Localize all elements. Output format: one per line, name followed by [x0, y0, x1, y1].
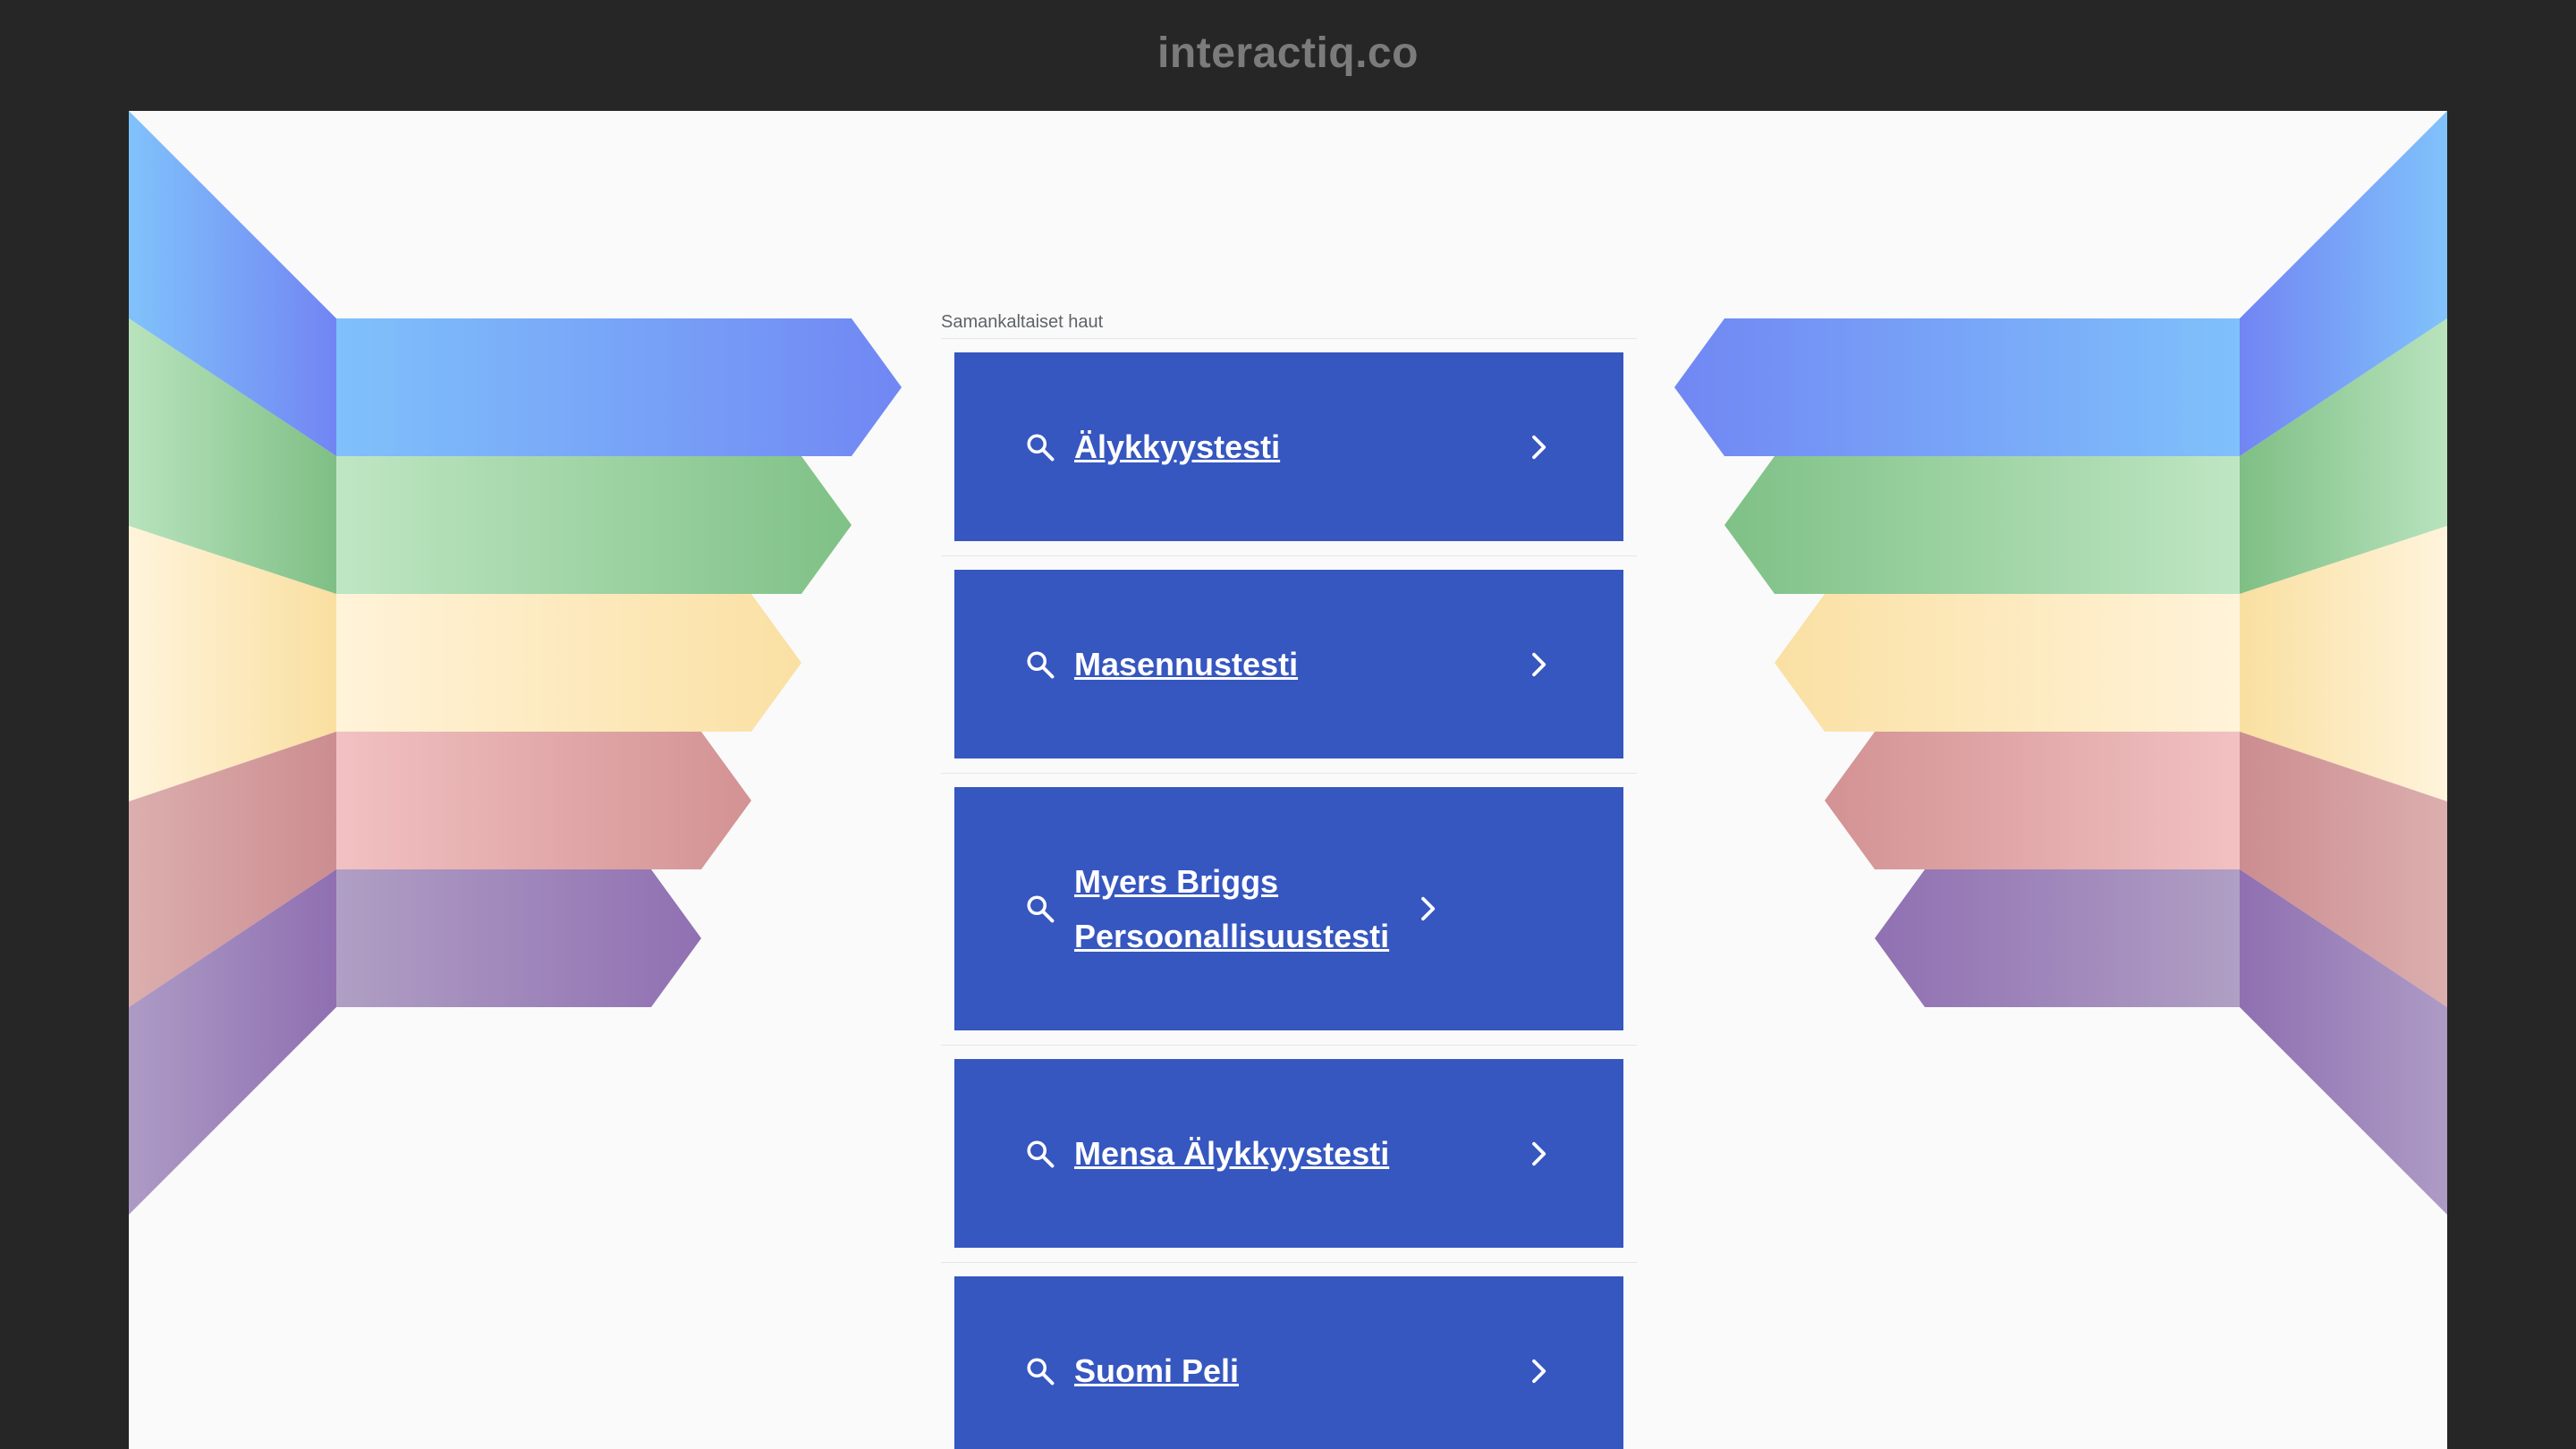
chevron-right-icon [1532, 435, 1546, 459]
list-item: Älykkyystesti [941, 339, 1637, 556]
related-search-link[interactable]: Suomi Peli [954, 1276, 1623, 1449]
list-item: Myers Briggs Persoonallisuustesti [941, 774, 1637, 1046]
related-search-link[interactable]: Myers Briggs Persoonallisuustesti [954, 787, 1623, 1030]
list-item: Masennustesti [941, 556, 1637, 774]
related-search-link[interactable]: Mensa Älykkyystesti [954, 1059, 1623, 1248]
list-item: Suomi Peli [941, 1263, 1637, 1449]
related-search-label: Mensa Älykkyystesti [1074, 1135, 1390, 1172]
related-search-label: Älykkyystesti [1074, 428, 1281, 465]
parked-page: Samankaltaiset haut Älykkyystesti Masenn… [129, 111, 2447, 1449]
search-icon [1027, 433, 1055, 461]
search-icon [1027, 1140, 1055, 1167]
search-icon [1027, 1357, 1055, 1385]
search-icon [1027, 895, 1055, 923]
search-icon [1027, 650, 1055, 678]
related-search-label: Myers Briggs Persoonallisuustesti [1074, 863, 1390, 954]
related-search-link[interactable]: Älykkyystesti [954, 352, 1623, 541]
top-bar: interactiq.co [0, 0, 2576, 111]
chevron-right-icon [1421, 896, 1436, 921]
related-searches: Samankaltaiset haut Älykkyystesti Masenn… [941, 309, 1637, 1449]
chevron-right-icon [1532, 1359, 1546, 1383]
related-search-label: Suomi Peli [1074, 1352, 1240, 1389]
related-searches-heading: Samankaltaiset haut [941, 309, 1637, 339]
chevron-right-icon [1532, 1141, 1546, 1165]
related-search-link[interactable]: Masennustesti [954, 570, 1623, 758]
chevron-right-icon [1532, 652, 1546, 676]
domain-title: interactiq.co [1157, 29, 1419, 77]
related-search-label: Masennustesti [1074, 646, 1299, 682]
list-item: Mensa Älykkyystesti [941, 1046, 1637, 1263]
